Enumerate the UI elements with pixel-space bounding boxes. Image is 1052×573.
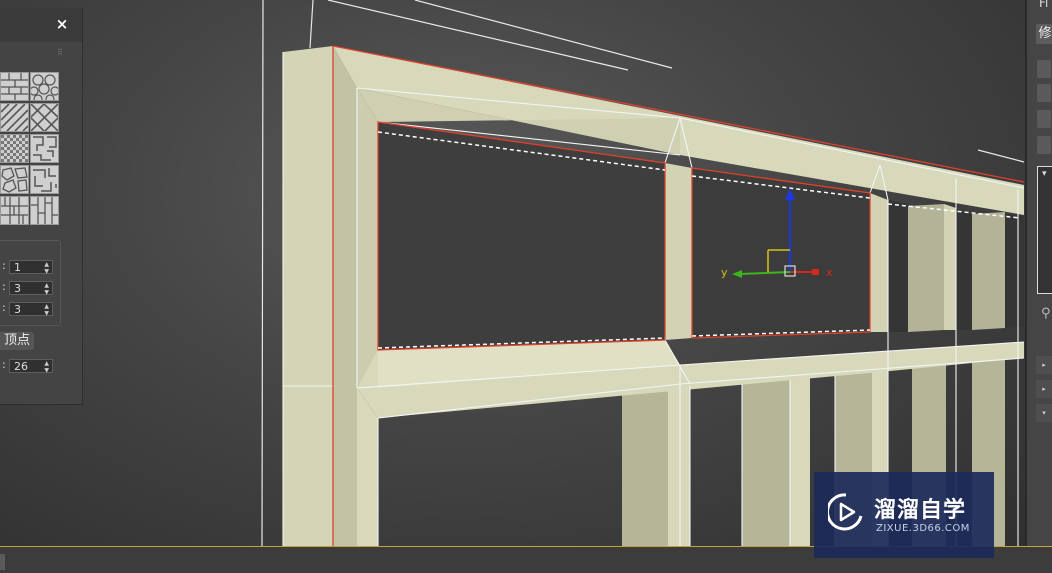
panel-button[interactable]	[1037, 84, 1051, 102]
spinner-1-value: 1	[14, 261, 21, 274]
bottom-bar-button[interactable]	[0, 554, 5, 570]
close-icon[interactable]: ×	[54, 14, 70, 34]
panel-button[interactable]	[1037, 136, 1051, 154]
parquet-pattern-icon[interactable]	[30, 196, 59, 225]
spinner-arrows-icon[interactable]: ▲ ▼	[44, 303, 49, 317]
rollout-expand-icon[interactable]: ▾	[1036, 404, 1052, 422]
watermark-url: ZIXUE.3D66.COM	[876, 523, 970, 534]
spinner-arrows-icon[interactable]: ▲ ▼	[44, 360, 49, 374]
modify-tab[interactable]: 修	[1036, 24, 1052, 44]
grid-tile-pattern-icon[interactable]	[0, 196, 29, 225]
spinner-3-colon: :	[2, 301, 6, 314]
watermark: 溜溜自学 ZIXUE.3D66.COM	[814, 472, 994, 558]
watermark-title: 溜溜自学	[874, 498, 967, 523]
spinner-arrows-icon[interactable]: ▲ ▼	[44, 282, 49, 296]
panel-top-label: Fi	[1039, 0, 1049, 10]
modifier-stack-list[interactable]: ▾	[1037, 166, 1052, 294]
grip-handle[interactable]: ⠿	[57, 48, 63, 57]
pin-icon[interactable]: ⚲	[1041, 306, 1051, 321]
stone-pattern-icon[interactable]	[0, 165, 29, 194]
gizmo-y-label: y	[721, 266, 728, 279]
spinner-1-colon: :	[2, 259, 6, 272]
rollout-collapse-icon[interactable]: ▸	[1036, 356, 1052, 374]
spinner-3[interactable]: 3 ▲ ▼	[9, 302, 53, 317]
maze-pattern-icon[interactable]	[30, 165, 59, 194]
diagonal-tile-pattern-icon[interactable]	[30, 103, 59, 132]
command-panel: Fi 修 ▾ ⚲ ▸ ▸ ▾	[1025, 0, 1052, 546]
hex-pattern-icon[interactable]	[30, 72, 59, 101]
spinner-1[interactable]: 1 ▲ ▼	[9, 260, 53, 275]
floating-tool-panel: × ⠿ : 1 ▲ ▼ : 3 ▲ ▼ : 3 ▲ ▼ 顶点: 26 ▲ ▼	[0, 8, 83, 405]
panel-title-bar[interactable]: ×	[0, 8, 82, 42]
panel-button[interactable]	[1037, 60, 1051, 78]
gizmo-x-label: x	[826, 266, 833, 279]
herringbone-pattern-icon[interactable]	[0, 103, 29, 132]
spinner-3-value: 3	[14, 303, 21, 316]
spinner-4-value: 26	[14, 360, 28, 373]
spinner-2-colon: :	[2, 280, 6, 293]
spinner-4[interactable]: 26 ▲ ▼	[9, 359, 53, 374]
3d-viewport[interactable]: y x	[0, 0, 1025, 546]
play-logo-icon	[828, 493, 863, 531]
brick-pattern-icon[interactable]	[0, 72, 29, 101]
spinner-4-colon: :	[2, 358, 6, 371]
spinner-arrows-icon[interactable]: ▲ ▼	[44, 261, 49, 275]
rollout-collapse-icon[interactable]: ▸	[1036, 380, 1052, 398]
vertex-button[interactable]: 顶点	[0, 332, 34, 350]
spinner-2-value: 3	[14, 282, 21, 295]
maze-pattern-icon[interactable]	[30, 134, 59, 163]
list-expand-icon[interactable]: ▾	[1042, 169, 1047, 179]
checker-pattern-icon[interactable]	[0, 134, 29, 163]
scene-canvas[interactable]: y x	[0, 0, 1025, 546]
spinner-2[interactable]: 3 ▲ ▼	[9, 281, 53, 296]
panel-button[interactable]	[1037, 110, 1051, 128]
